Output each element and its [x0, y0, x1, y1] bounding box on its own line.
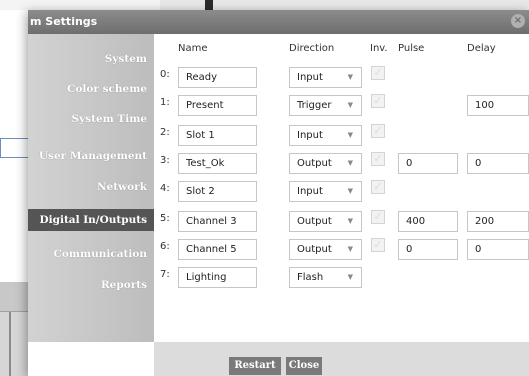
close-icon[interactable]: ×: [511, 14, 525, 28]
io-name-input[interactable]: Test_Ok: [178, 153, 257, 174]
row-index: 6:: [160, 241, 170, 252]
column-header-delay: Delay: [467, 43, 496, 54]
sidebar-item-digital-io[interactable]: Digital In/Outputs: [28, 209, 154, 231]
delay-input[interactable]: 0: [467, 239, 529, 260]
sidebar-item-network[interactable]: Network: [28, 176, 154, 198]
sidebar-item-system[interactable]: System: [28, 48, 154, 70]
dialog-titlebar[interactable]: m Settings ×: [28, 10, 529, 34]
row-index: 7:: [160, 269, 170, 280]
row-index: 0:: [160, 69, 170, 80]
digital-io-panel: Name Direction Inv. Pulse Delay 0: Ready…: [154, 34, 529, 342]
inv-checkbox[interactable]: ✓: [371, 152, 385, 166]
inv-checkbox[interactable]: ✓: [371, 94, 385, 108]
background-window-top: [0, 0, 160, 10]
direction-select[interactable]: Output ▼: [289, 239, 362, 260]
direction-select[interactable]: Output ▼: [289, 153, 362, 174]
pulse-input[interactable]: 0: [398, 239, 458, 260]
io-name-input[interactable]: Lighting: [178, 267, 257, 288]
io-name-input[interactable]: Channel 3: [178, 211, 257, 232]
direction-select[interactable]: Trigger ▼: [289, 95, 362, 116]
column-header-pulse: Pulse: [398, 43, 425, 54]
sidebar-item-communication[interactable]: Communication: [28, 243, 154, 265]
row-index: 1:: [160, 97, 170, 108]
chevron-down-icon: ▼: [347, 187, 353, 195]
chevron-down-icon: ▼: [347, 217, 353, 225]
column-header-inv: Inv.: [370, 43, 388, 54]
io-name-input[interactable]: Present: [178, 95, 257, 116]
settings-sidebar: System Color scheme System Time User Man…: [28, 34, 154, 342]
sidebar-item-system-time[interactable]: System Time: [28, 108, 154, 130]
io-name-input[interactable]: Channel 5: [178, 239, 257, 260]
direction-select[interactable]: Flash ▼: [289, 267, 362, 288]
column-header-direction: Direction: [289, 43, 335, 54]
io-name-input[interactable]: Ready: [178, 67, 257, 88]
delay-input[interactable]: 100: [467, 95, 529, 116]
restart-button[interactable]: Restart: [229, 357, 281, 375]
inv-checkbox[interactable]: ✓: [371, 210, 385, 224]
chevron-down-icon: ▼: [347, 101, 353, 109]
inv-checkbox[interactable]: ✓: [371, 180, 385, 194]
chevron-down-icon: ▼: [347, 131, 353, 139]
dialog-footer: Restart Close: [154, 342, 529, 376]
io-name-input[interactable]: Slot 1: [178, 125, 257, 146]
pulse-input[interactable]: 400: [398, 211, 458, 232]
inv-checkbox[interactable]: ✓: [371, 238, 385, 252]
background-top-bar: [160, 0, 529, 10]
column-header-name: Name: [178, 43, 208, 54]
direction-select[interactable]: Input ▼: [289, 67, 362, 88]
direction-select[interactable]: Input ▼: [289, 125, 362, 146]
row-index: 2:: [160, 127, 170, 138]
direction-select[interactable]: Input ▼: [289, 181, 362, 202]
row-index: 3:: [160, 155, 170, 166]
io-name-input[interactable]: Slot 2: [178, 181, 257, 202]
delay-input[interactable]: 0: [467, 153, 529, 174]
chevron-down-icon: ▼: [347, 73, 353, 81]
settings-dialog: m Settings × System Color scheme System …: [28, 10, 529, 376]
inv-checkbox[interactable]: ✓: [371, 124, 385, 138]
row-index: 5:: [160, 213, 170, 224]
sidebar-item-user-management[interactable]: User Management: [28, 145, 154, 167]
chevron-down-icon: ▼: [347, 245, 353, 253]
background-divider: [9, 312, 11, 376]
sidebar-item-reports[interactable]: Reports: [28, 274, 154, 296]
sidebar-item-color-scheme[interactable]: Color scheme: [28, 78, 154, 100]
close-button[interactable]: Close: [286, 357, 322, 375]
pulse-input[interactable]: 0: [398, 153, 458, 174]
dialog-title: m Settings: [30, 15, 98, 28]
row-index: 4:: [160, 183, 170, 194]
chevron-down-icon: ▼: [347, 273, 353, 281]
chevron-down-icon: ▼: [347, 159, 353, 167]
delay-input[interactable]: 200: [467, 211, 529, 232]
direction-select[interactable]: Output ▼: [289, 211, 362, 232]
inv-checkbox[interactable]: ✓: [371, 66, 385, 80]
